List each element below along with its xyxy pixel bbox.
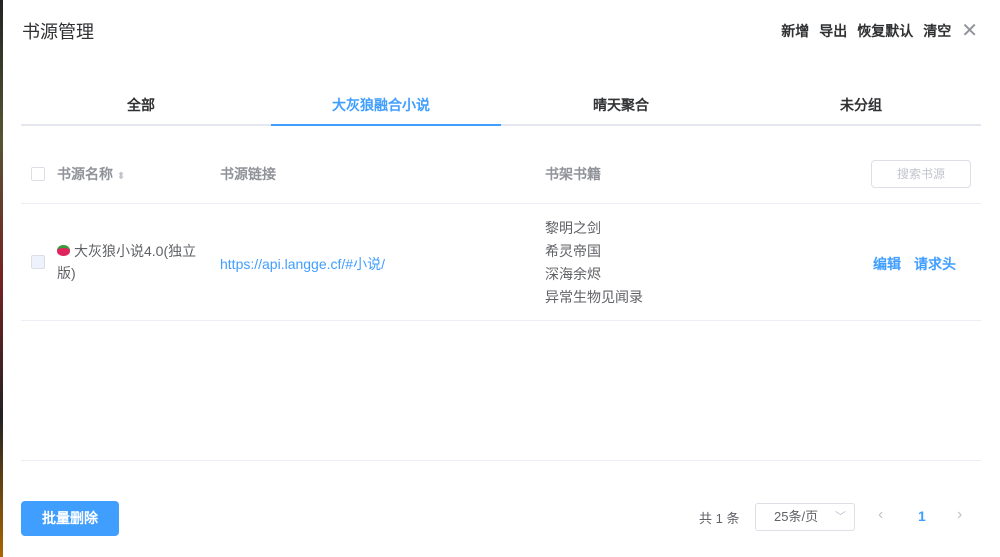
dialog-title: 书源管理 (22, 22, 94, 42)
clear-button[interactable]: 清空 (923, 21, 951, 41)
tab-all[interactable]: 全部 (21, 90, 261, 124)
shelf-books: 黎明之剑 希灵帝国 深海余烬 异常生物见闻录 (545, 217, 643, 309)
tomato-icon (57, 245, 70, 256)
export-button[interactable]: 导出 (819, 21, 847, 41)
source-name-text: 大灰狼小说4.0(独立版) (57, 243, 197, 281)
tab-qingtian[interactable]: 晴天聚合 (501, 90, 741, 124)
book-item: 深海余烬 (545, 266, 601, 282)
page-number[interactable]: 1 (918, 508, 926, 524)
prev-page-icon[interactable]: ‹ (878, 506, 883, 524)
row-checkbox[interactable] (31, 255, 45, 269)
close-icon[interactable]: ✕ (961, 18, 978, 43)
next-page-icon[interactable]: › (957, 506, 962, 524)
chevron-down-icon: ﹀ (835, 511, 846, 523)
page-size-value: 25条/页 (774, 509, 819, 524)
batch-delete-button[interactable]: 批量删除 (21, 501, 119, 536)
edit-button[interactable]: 编辑 (873, 254, 901, 274)
request-headers-button[interactable]: 请求头 (914, 254, 956, 274)
row-actions: 编辑 请求头 (873, 254, 956, 274)
page-size-select[interactable]: 25条/页 ﹀ (755, 503, 855, 531)
group-tabs: 全部 大灰狼融合小说 晴天聚合 未分组 (21, 90, 981, 126)
tab-dahuilang[interactable]: 大灰狼融合小说 (261, 90, 501, 126)
divider (21, 320, 981, 321)
book-item: 希灵帝国 (545, 243, 601, 259)
header-actions: 新增 导出 恢复默认 清空 ✕ (781, 18, 978, 43)
header-name-label: 书源名称 (57, 166, 113, 182)
add-button[interactable]: 新增 (781, 21, 809, 41)
source-url-link[interactable]: https://api.langge.cf/#小说/ (220, 254, 385, 274)
header-url: 书源链接 (220, 166, 276, 182)
search-input[interactable]: 搜索书源 (871, 160, 971, 188)
sort-icon[interactable]: ⬍ (117, 171, 125, 182)
total-count: 共 1 条 (699, 511, 740, 526)
header-books: 书架书籍 (545, 166, 601, 182)
restore-default-button[interactable]: 恢复默认 (857, 21, 913, 41)
divider (21, 460, 981, 461)
source-name: 大灰狼小说4.0(独立版) (57, 240, 207, 284)
book-item: 异常生物见闻录 (545, 289, 643, 305)
book-item: 黎明之剑 (545, 220, 601, 236)
tab-ungrouped[interactable]: 未分组 (741, 90, 981, 124)
select-all-checkbox[interactable] (31, 167, 45, 181)
background-edge (0, 0, 3, 557)
header-name[interactable]: 书源名称 ⬍ (57, 164, 125, 184)
divider (21, 203, 981, 204)
